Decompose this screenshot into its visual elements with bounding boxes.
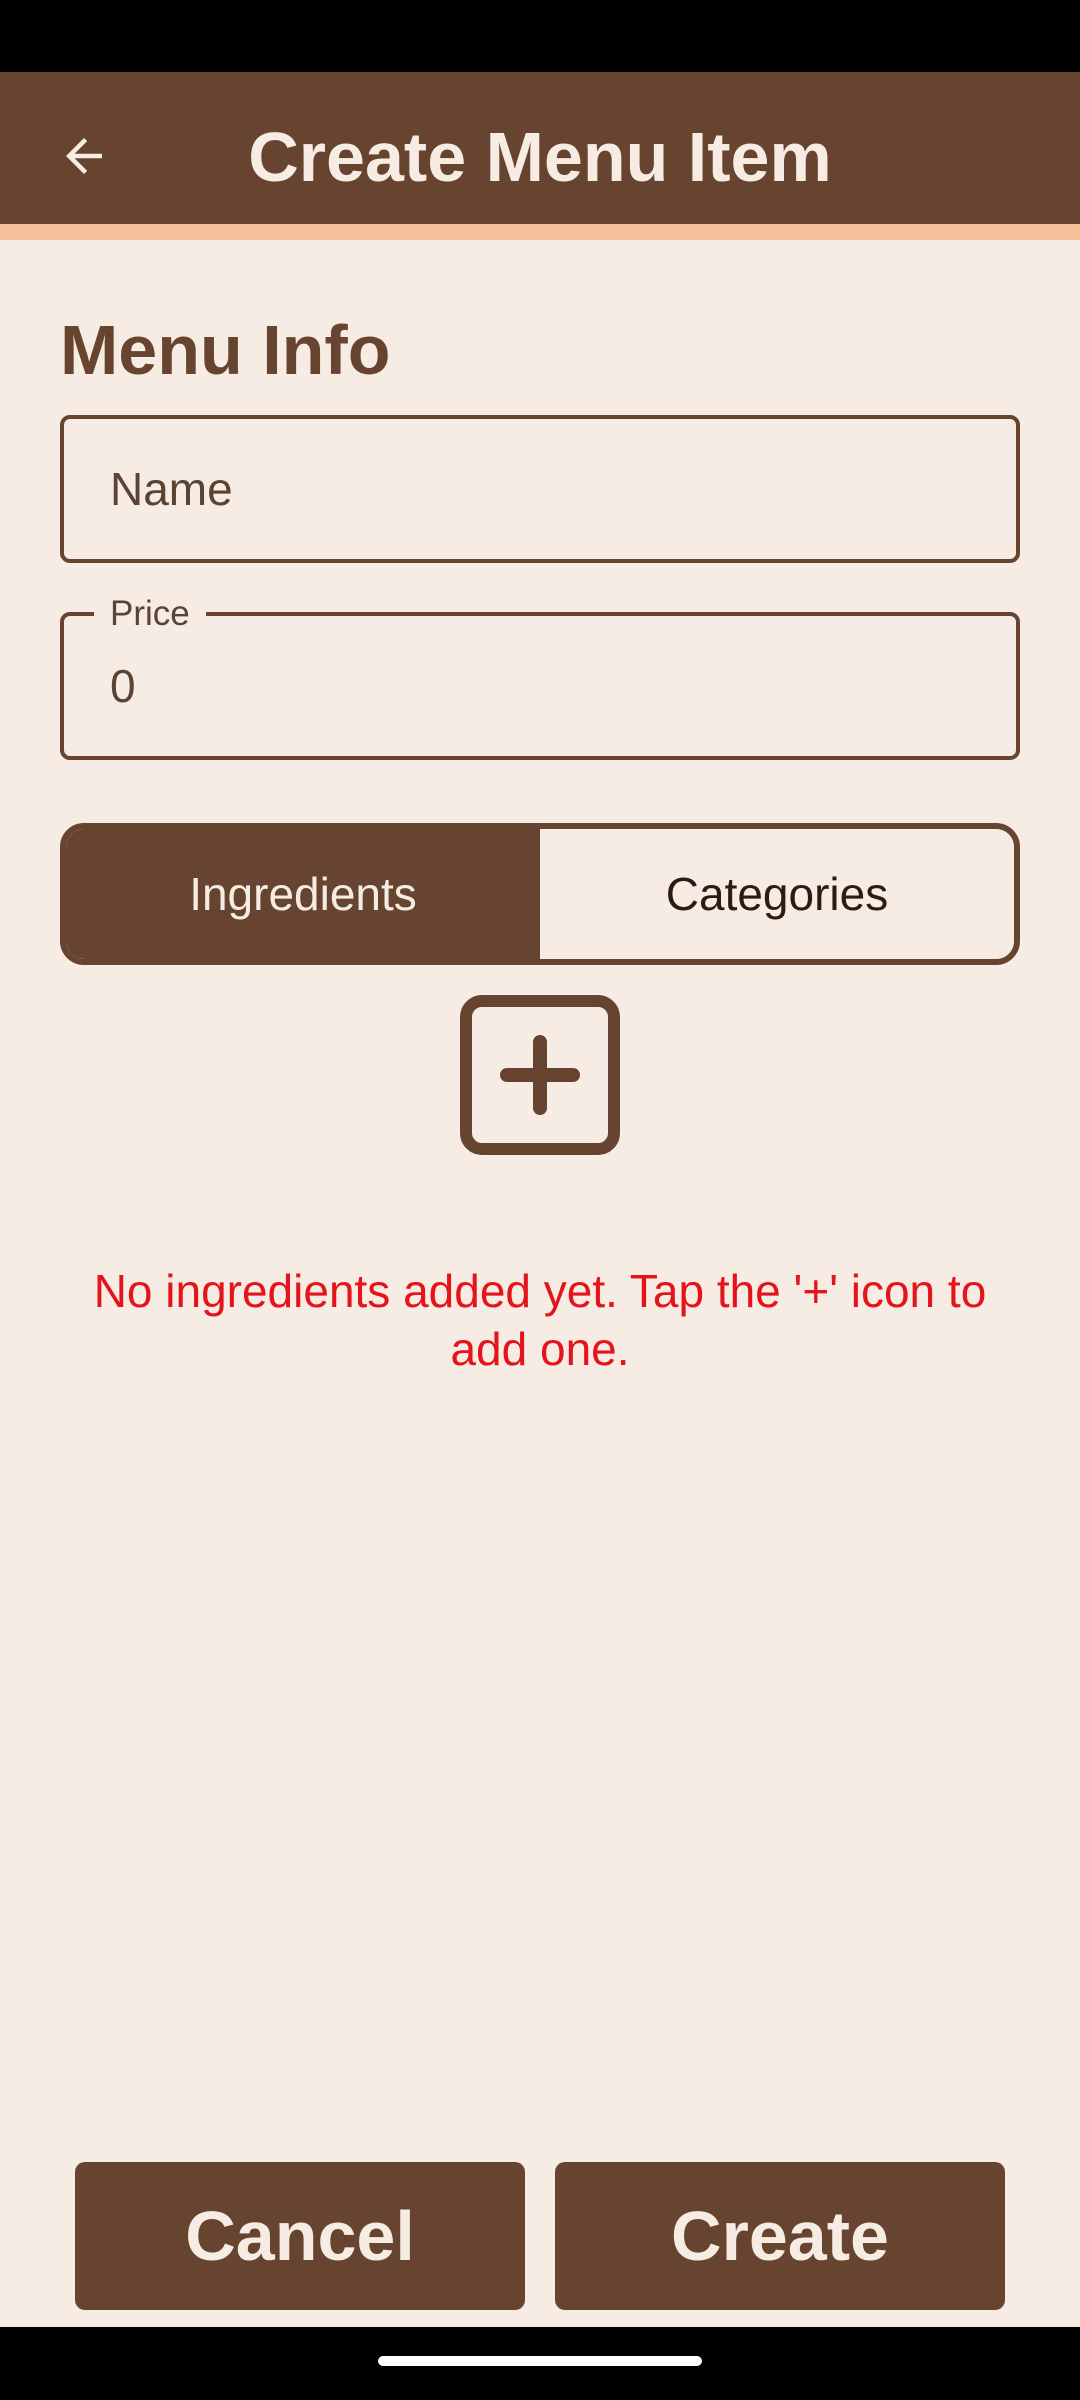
cancel-button[interactable]: Cancel <box>75 2162 525 2310</box>
section-title-menu-info: Menu Info <box>60 311 391 389</box>
add-box-icon <box>460 995 620 1155</box>
tab-categories[interactable]: Categories <box>540 829 1014 959</box>
status-bar <box>0 0 1080 72</box>
name-field[interactable]: Name <box>60 415 1020 563</box>
name-field-placeholder: Name <box>110 463 233 515</box>
price-field-value: 0 <box>110 660 136 712</box>
back-button[interactable] <box>40 112 128 200</box>
create-button[interactable]: Create <box>555 2162 1005 2310</box>
screen: Create Menu Item Menu Info Name Price 0 … <box>0 0 1080 2400</box>
empty-ingredients-message: No ingredients added yet. Tap the '+' ic… <box>93 1265 987 1375</box>
tab-ingredients[interactable]: Ingredients <box>66 829 540 959</box>
app-bar-accent-line <box>0 224 1080 240</box>
price-field[interactable]: Price 0 <box>60 588 1020 760</box>
add-ingredient-button[interactable] <box>460 995 620 1155</box>
segmented-tabs: Ingredients Categories <box>60 823 1020 965</box>
page-title: Create Menu Item <box>248 118 832 196</box>
home-indicator[interactable] <box>378 2356 702 2366</box>
arrow-left-icon <box>66 138 102 174</box>
